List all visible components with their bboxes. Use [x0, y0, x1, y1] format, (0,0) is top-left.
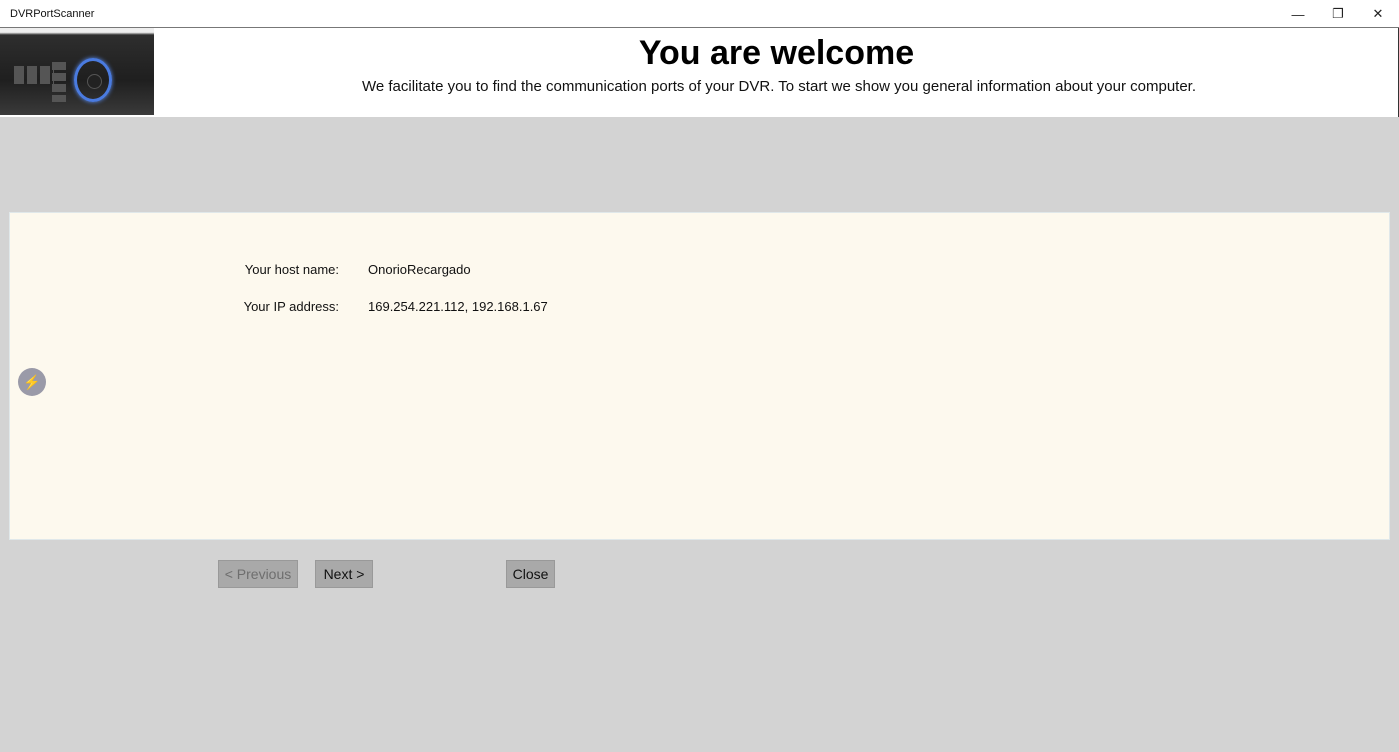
ip-address-label: Your IP address: — [243, 299, 339, 314]
minimize-button[interactable]: — — [1278, 0, 1318, 28]
host-name-value: OnorioRecargado — [368, 262, 471, 277]
page-title: You are welcome — [638, 34, 915, 72]
page-subtitle: We facilitate you to find the communicat… — [361, 78, 1197, 95]
app-title: DVRPortScanner — [10, 8, 95, 20]
close-button[interactable]: Close — [506, 560, 555, 588]
host-name-label: Your host name: — [244, 262, 339, 277]
dvr-keys — [14, 66, 54, 84]
ip-address-value: 169.254.221.112, 192.168.1.67 — [368, 299, 548, 314]
close-window-button[interactable]: ✕ — [1358, 0, 1398, 28]
next-button[interactable]: Next > — [315, 560, 373, 588]
bolt-icon[interactable]: ⚡ — [18, 368, 46, 396]
dvr-control-ring — [74, 58, 112, 102]
title-bar: DVRPortScanner — ❐ ✕ — [0, 0, 1399, 28]
previous-button[interactable]: < Previous — [218, 560, 298, 588]
header: You are welcome We facilitate you to fin… — [0, 28, 1399, 117]
info-panel: Your host name: OnorioRecargado Your IP … — [9, 212, 1390, 540]
dvr-image — [0, 28, 154, 115]
dvr-side-keys — [52, 62, 66, 102]
restore-button[interactable]: ❐ — [1318, 0, 1358, 28]
